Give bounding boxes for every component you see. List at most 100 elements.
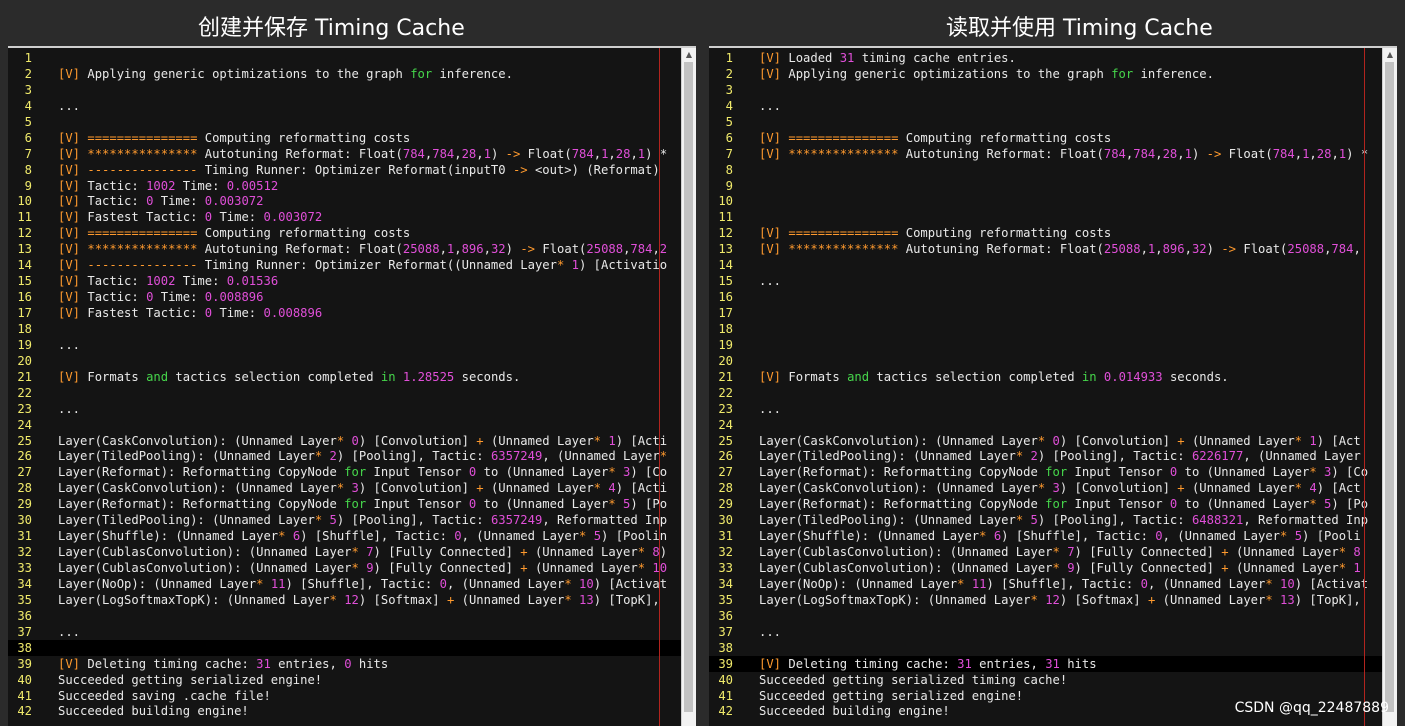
code-line[interactable]: 25Layer(CaskConvolution): (Unnamed Layer… — [8, 433, 682, 449]
code-line[interactable]: 28Layer(CaskConvolution): (Unnamed Layer… — [709, 480, 1383, 496]
code-line[interactable]: 10 — [709, 193, 1383, 209]
code-line[interactable]: 22 — [8, 385, 682, 401]
code-line[interactable]: 29Layer(Reformat): Reformatting CopyNode… — [8, 496, 682, 512]
code-line[interactable]: 19... — [8, 337, 682, 353]
line-number: 23 — [8, 401, 32, 417]
code-line[interactable]: 36 — [8, 608, 682, 624]
code-line[interactable]: 11[V] Fastest Tactic: 0 Time: 0.003072 — [8, 209, 682, 225]
code-line[interactable]: 24 — [709, 417, 1383, 433]
line-number: 32 — [8, 544, 32, 560]
left-scroll-thumb[interactable] — [684, 62, 693, 712]
code-line[interactable]: 5 — [709, 114, 1383, 130]
code-line[interactable]: 29Layer(Reformat): Reformatting CopyNode… — [709, 496, 1383, 512]
code-line[interactable]: 15... — [709, 273, 1383, 289]
code-line[interactable]: 33Layer(CublasConvolution): (Unnamed Lay… — [8, 560, 682, 576]
code-line[interactable]: 13[V] *************** Autotuning Reforma… — [8, 241, 682, 257]
code-line[interactable]: 7[V] *************** Autotuning Reformat… — [8, 146, 682, 162]
scroll-up-arrow-icon[interactable]: ▲ — [1383, 50, 1397, 59]
line-text: Layer(NoOp): (Unnamed Layer* 11) [Shuffl… — [759, 576, 1368, 592]
code-line[interactable]: 20 — [8, 353, 682, 369]
code-line[interactable]: 36 — [709, 608, 1383, 624]
code-line[interactable]: 12[V] =============== Computing reformat… — [8, 225, 682, 241]
code-token: [V] — [759, 147, 781, 161]
code-line[interactable]: 17[V] Fastest Tactic: 0 Time: 0.008896 — [8, 305, 682, 321]
code-line[interactable]: 33Layer(CublasConvolution): (Unnamed Lay… — [709, 560, 1383, 576]
code-line[interactable]: 40Succeeded getting serialized engine! — [8, 672, 682, 688]
code-line[interactable]: 30Layer(TiledPooling): (Unnamed Layer* 5… — [8, 512, 682, 528]
code-line[interactable]: 3 — [709, 82, 1383, 98]
code-line[interactable]: 17 — [709, 305, 1383, 321]
code-line[interactable]: 32Layer(CublasConvolution): (Unnamed Lay… — [709, 544, 1383, 560]
code-line[interactable]: 37... — [8, 624, 682, 640]
code-line[interactable]: 42Succeeded building engine! — [8, 703, 682, 719]
right-scroll-thumb[interactable] — [1385, 62, 1394, 712]
code-line[interactable]: 12[V] =============== Computing reformat… — [709, 225, 1383, 241]
code-line[interactable]: 8[V] --------------- Timing Runner: Opti… — [8, 162, 682, 178]
code-line[interactable]: 13[V] *************** Autotuning Reforma… — [709, 241, 1383, 257]
code-line[interactable]: 19 — [709, 337, 1383, 353]
code-line[interactable]: 22 — [709, 385, 1383, 401]
code-line[interactable]: 32Layer(CublasConvolution): (Unnamed Lay… — [8, 544, 682, 560]
code-line[interactable]: 4... — [709, 98, 1383, 114]
code-line[interactable]: 24 — [8, 417, 682, 433]
left-editor-pane[interactable]: 12[V] Applying generic optimizations to … — [8, 46, 696, 726]
code-line[interactable]: 31Layer(Shuffle): (Unnamed Layer* 6) [Sh… — [709, 528, 1383, 544]
code-line[interactable]: 26Layer(TiledPooling): (Unnamed Layer* 2… — [709, 448, 1383, 464]
code-line[interactable]: 4... — [8, 98, 682, 114]
code-line[interactable]: 23... — [8, 401, 682, 417]
code-line[interactable]: 26Layer(TiledPooling): (Unnamed Layer* 2… — [8, 448, 682, 464]
code-line[interactable]: 6[V] =============== Computing reformatt… — [709, 130, 1383, 146]
code-line[interactable]: 30Layer(TiledPooling): (Unnamed Layer* 5… — [709, 512, 1383, 528]
left-code-lines[interactable]: 12[V] Applying generic optimizations to … — [8, 50, 682, 719]
code-line[interactable]: 38 — [709, 640, 1383, 656]
code-line[interactable]: 39[V] Deleting timing cache: 31 entries,… — [8, 656, 682, 672]
code-token: 0 — [344, 657, 351, 671]
code-line[interactable]: 39[V] Deleting timing cache: 31 entries,… — [709, 656, 1383, 672]
code-line[interactable]: 27Layer(Reformat): Reformatting CopyNode… — [709, 464, 1383, 480]
code-line[interactable]: 10[V] Tactic: 0 Time: 0.003072 — [8, 193, 682, 209]
code-line[interactable]: 27Layer(Reformat): Reformatting CopyNode… — [8, 464, 682, 480]
code-line[interactable]: 7[V] *************** Autotuning Reformat… — [709, 146, 1383, 162]
code-line[interactable]: 41Succeeded saving .cache file! — [8, 688, 682, 704]
code-token: [V] — [58, 657, 80, 671]
left-vertical-scrollbar[interactable]: ▲ — [681, 48, 696, 726]
line-number: 1 — [8, 50, 32, 66]
right-vertical-scrollbar[interactable]: ▲ — [1382, 48, 1397, 726]
code-line[interactable]: 14[V] --------------- Timing Runner: Opt… — [8, 257, 682, 273]
code-line[interactable]: 35Layer(LogSoftmaxTopK): (Unnamed Layer*… — [8, 592, 682, 608]
code-line[interactable]: 1[V] Loaded 31 timing cache entries. — [709, 50, 1383, 66]
code-line[interactable]: 16[V] Tactic: 0 Time: 0.008896 — [8, 289, 682, 305]
code-line[interactable]: 28Layer(CaskConvolution): (Unnamed Layer… — [8, 480, 682, 496]
code-line[interactable]: 18 — [8, 321, 682, 337]
code-line[interactable]: 21[V] Formats and tactics selection comp… — [709, 369, 1383, 385]
code-line[interactable]: 18 — [709, 321, 1383, 337]
code-line[interactable]: 3 — [8, 82, 682, 98]
code-line[interactable]: 2[V] Applying generic optimizations to t… — [8, 66, 682, 82]
right-editor-pane[interactable]: 1[V] Loaded 31 timing cache entries.2[V]… — [709, 46, 1397, 726]
code-line[interactable]: 21[V] Formats and tactics selection comp… — [8, 369, 682, 385]
code-line[interactable]: 1 — [8, 50, 682, 66]
code-line[interactable]: 40Succeeded getting serialized timing ca… — [709, 672, 1383, 688]
right-code-lines[interactable]: 1[V] Loaded 31 timing cache entries.2[V]… — [709, 50, 1383, 719]
code-line[interactable]: 25Layer(CaskConvolution): (Unnamed Layer… — [709, 433, 1383, 449]
code-line[interactable]: 37... — [709, 624, 1383, 640]
code-line[interactable]: 9[V] Tactic: 1002 Time: 0.00512 — [8, 178, 682, 194]
code-token: Input Tensor — [366, 465, 469, 479]
code-line[interactable]: 16 — [709, 289, 1383, 305]
code-line[interactable]: 15[V] Tactic: 1002 Time: 0.01536 — [8, 273, 682, 289]
code-line[interactable]: 20 — [709, 353, 1383, 369]
code-line[interactable]: 2[V] Applying generic optimizations to t… — [709, 66, 1383, 82]
code-line[interactable]: 14 — [709, 257, 1383, 273]
code-line[interactable]: 23... — [709, 401, 1383, 417]
code-line[interactable]: 34Layer(NoOp): (Unnamed Layer* 11) [Shuf… — [709, 576, 1383, 592]
scroll-up-arrow-icon[interactable]: ▲ — [682, 50, 696, 59]
code-line[interactable]: 5 — [8, 114, 682, 130]
code-line[interactable]: 6[V] =============== Computing reformatt… — [8, 130, 682, 146]
code-line[interactable]: 34Layer(NoOp): (Unnamed Layer* 11) [Shuf… — [8, 576, 682, 592]
code-line[interactable]: 8 — [709, 162, 1383, 178]
code-line[interactable]: 31Layer(Shuffle): (Unnamed Layer* 6) [Sh… — [8, 528, 682, 544]
code-line[interactable]: 35Layer(LogSoftmaxTopK): (Unnamed Layer*… — [709, 592, 1383, 608]
code-line[interactable]: 11 — [709, 209, 1383, 225]
code-line[interactable]: 9 — [709, 178, 1383, 194]
code-line[interactable]: 38 — [8, 640, 682, 656]
